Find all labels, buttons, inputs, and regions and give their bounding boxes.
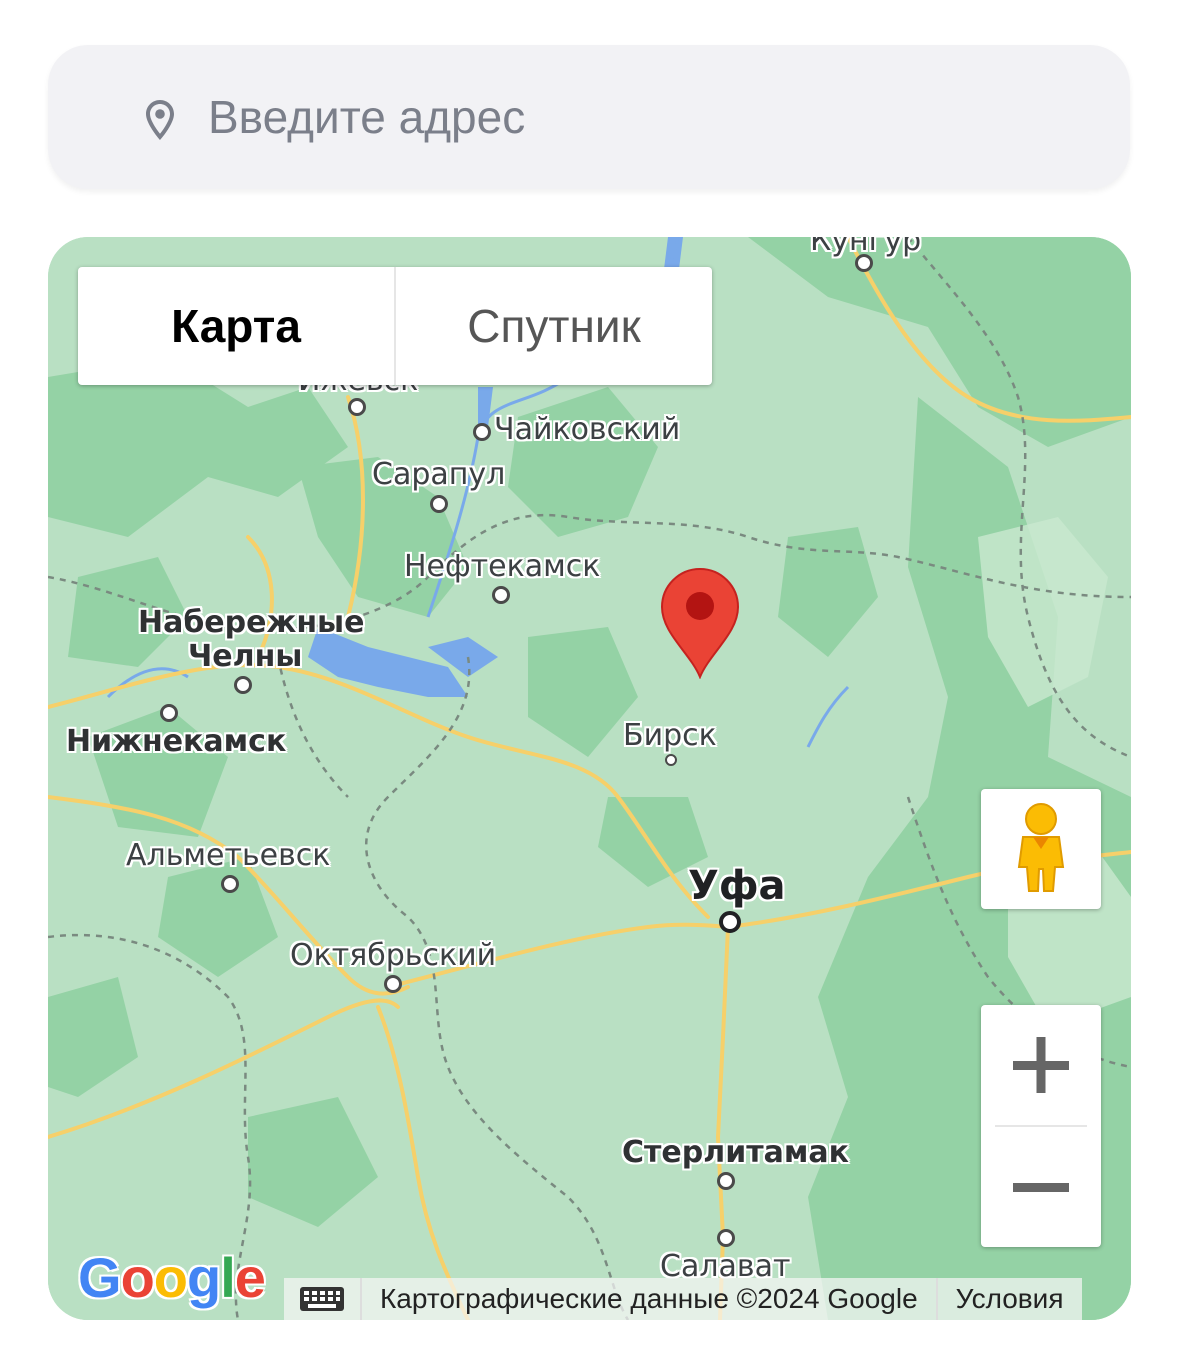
map-type-control: Карта Спутник xyxy=(78,267,712,385)
city-label-ufa: Уфа xyxy=(688,863,786,909)
city-dot-oktyabrsky xyxy=(384,975,402,993)
location-pin-icon xyxy=(146,100,174,140)
address-search-field[interactable] xyxy=(48,45,1130,189)
city-dot-chaykovsky xyxy=(473,423,491,441)
city-dot-almetyevsk xyxy=(221,875,239,893)
zoom-control xyxy=(981,1005,1101,1247)
city-dot-sarapul xyxy=(430,495,448,513)
zoom-in-button[interactable] xyxy=(981,1005,1101,1125)
city-dot-birsk xyxy=(665,754,677,766)
city-label-kungur: Кунгур xyxy=(810,237,922,258)
city-label-birsk: Бирск xyxy=(623,718,717,753)
map-type-satellite-button[interactable]: Спутник xyxy=(394,267,712,385)
map-view[interactable]: Кунгур Ижевск Чайковский Сарапул Нефтека… xyxy=(48,237,1131,1320)
city-label-sterlitamak: Стерлитамак xyxy=(622,1135,849,1170)
zoom-out-button[interactable] xyxy=(981,1127,1101,1247)
city-label-naberezhnye: Набережные xyxy=(138,605,365,640)
terms-link[interactable]: Условия xyxy=(938,1278,1082,1320)
city-label-chelny: Челны xyxy=(188,639,303,674)
city-label-oktyabrsky: Октябрьский xyxy=(290,938,497,973)
city-dot-sterlitamak xyxy=(717,1172,735,1190)
city-label-nizhnekamsk: Нижнекамск xyxy=(66,724,287,759)
keyboard-shortcuts-button[interactable] xyxy=(284,1278,362,1320)
address-input[interactable] xyxy=(208,90,1108,144)
city-label-sarapul: Сарапул xyxy=(372,457,506,492)
pegman-icon xyxy=(1017,803,1065,892)
map-base-layer xyxy=(48,237,1131,1320)
city-label-neftekamsk: Нефтекамск xyxy=(404,549,601,584)
city-label-almetyevsk: Альметьевск xyxy=(126,838,331,873)
google-logo[interactable]: Google xyxy=(78,1245,266,1310)
city-dot-neftekamsk xyxy=(492,586,510,604)
map-type-map-button[interactable]: Карта xyxy=(78,267,394,385)
map-attribution-bar: Картографические данные ©2024 Google Усл… xyxy=(284,1278,1082,1320)
map-data-copyright: Картографические данные ©2024 Google xyxy=(362,1278,938,1320)
city-label-chaykovsky: Чайковский xyxy=(494,412,681,447)
plus-icon xyxy=(1013,1037,1069,1093)
city-dot-ufa xyxy=(719,911,741,933)
city-dot-izhevsk xyxy=(348,398,366,416)
city-dot-salavat xyxy=(717,1229,735,1247)
city-dot-chelny xyxy=(234,676,252,694)
street-view-pegman-button[interactable] xyxy=(981,789,1101,909)
keyboard-icon xyxy=(300,1287,344,1311)
city-dot-nizhnekamsk xyxy=(160,704,178,722)
minus-icon xyxy=(1013,1183,1069,1192)
map-marker-icon[interactable] xyxy=(660,567,740,679)
